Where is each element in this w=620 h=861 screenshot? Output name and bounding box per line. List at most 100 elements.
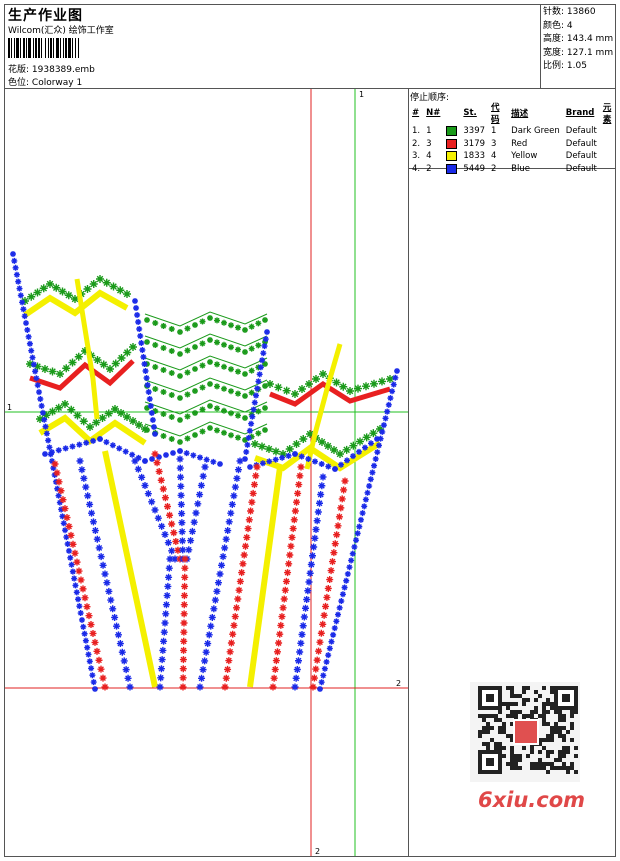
color-swatch (446, 126, 458, 136)
green-stitch (262, 427, 268, 433)
green-stitch (58, 287, 67, 296)
fan-stitch (241, 542, 249, 550)
fan-stitch (224, 527, 232, 535)
fan-stitch (91, 527, 99, 535)
green-stitch (258, 442, 266, 451)
fan-stitch (253, 463, 261, 471)
blue-edge-stitch (43, 430, 50, 437)
fan-stitch (202, 648, 210, 656)
green-stitch (117, 409, 125, 417)
blue-edge-stitch (149, 456, 155, 462)
fan-stitch (73, 558, 81, 566)
qr-module (542, 722, 546, 726)
qr-module (514, 758, 518, 762)
blue-edge-stitch (338, 461, 344, 468)
blue-edge-stitch (140, 354, 147, 360)
fan-stitch (317, 629, 325, 637)
green-stitch (312, 375, 320, 383)
qr-module (538, 766, 542, 770)
fan-stitch (250, 481, 258, 489)
qr-stamp-logo (513, 719, 539, 745)
fan-stitch (91, 638, 99, 646)
green-stitch (228, 344, 234, 351)
blue-edge-stitch (77, 610, 84, 617)
green-stitch (362, 382, 370, 391)
blue-edge-stitch (33, 375, 40, 382)
blue-edge-stitch (141, 361, 148, 367)
green-stitch (177, 439, 183, 445)
blue-edge-stitch (16, 285, 23, 292)
row-swatch (443, 150, 460, 163)
fan-stitch (78, 466, 86, 474)
green-stitch (207, 403, 213, 409)
qr-module (558, 730, 562, 734)
blue-edge-stitch (36, 389, 43, 396)
blue-edge-stitch (150, 424, 157, 430)
table-header: # N# St. 代码 描述 Brand 元素 (409, 101, 620, 125)
blue-edge-stitch (78, 616, 85, 623)
fan-stitch (65, 522, 73, 530)
row-element (600, 138, 620, 151)
fan-stitch (316, 638, 324, 646)
fan-stitch (180, 628, 188, 636)
row-index: 3. (412, 151, 421, 162)
row-code: 1 (491, 126, 497, 137)
blue-edge-stitch (42, 451, 48, 457)
fan-stitch (199, 472, 207, 480)
green-stitch (192, 410, 198, 416)
fan-stitch (296, 648, 304, 656)
green-stitch (207, 337, 213, 343)
green-stitch (123, 290, 131, 298)
fan-stitch (315, 647, 323, 655)
qr-module (546, 770, 550, 774)
qr-module (478, 734, 482, 738)
fan-stitch (185, 546, 193, 554)
fan-stitch (190, 518, 198, 526)
fan-stitch (161, 494, 169, 502)
fan-stitch (126, 683, 134, 691)
stat-height: 高度: 143.4 mm (543, 34, 614, 44)
qr-module (510, 762, 514, 766)
fan-stitch (291, 683, 299, 691)
stat-scale: 比例: 1.05 (543, 61, 587, 71)
fan-stitch (294, 489, 302, 497)
fan-stitch (179, 656, 187, 664)
green-stitch (93, 356, 102, 364)
qr-module (566, 746, 570, 750)
qr-module (510, 686, 514, 690)
qr-module (550, 730, 554, 734)
qr-module (550, 762, 554, 766)
qr-module (546, 754, 550, 758)
fan-stitch (181, 555, 189, 563)
fan-stitch (179, 674, 187, 682)
blue-edge-stitch (362, 496, 369, 503)
qr-module (558, 758, 562, 762)
colorway-label: 色位: (8, 78, 30, 88)
blue-edge-stitch (326, 645, 333, 652)
green-stitch (64, 291, 73, 300)
blue-edge-stitch (318, 461, 325, 467)
blue-edge-stitch (379, 428, 386, 435)
blue-edge-stitch (69, 443, 76, 450)
fan-stitch (75, 567, 83, 575)
col-brand: Brand (565, 108, 595, 118)
fan-stitch (111, 613, 119, 621)
qr-module (522, 698, 526, 702)
blue-edge-stitch (217, 461, 223, 467)
fan-stitch (305, 578, 313, 586)
qr-module (526, 714, 530, 718)
green-stitch (152, 364, 159, 370)
blue-edge-stitch (90, 437, 97, 444)
qr-module (542, 718, 546, 722)
blue-edge-stitch (292, 451, 298, 457)
green-stitch (291, 390, 299, 398)
row-needle: 3 (426, 138, 432, 149)
green-stitch (248, 389, 255, 396)
qr-module (514, 766, 518, 770)
fan-stitch (162, 610, 170, 618)
qr-module (554, 722, 558, 726)
blue-edge-stitch (372, 455, 379, 462)
blue-edge-stitch (85, 651, 92, 658)
qr-module (502, 730, 506, 734)
fan-stitch (83, 603, 91, 611)
